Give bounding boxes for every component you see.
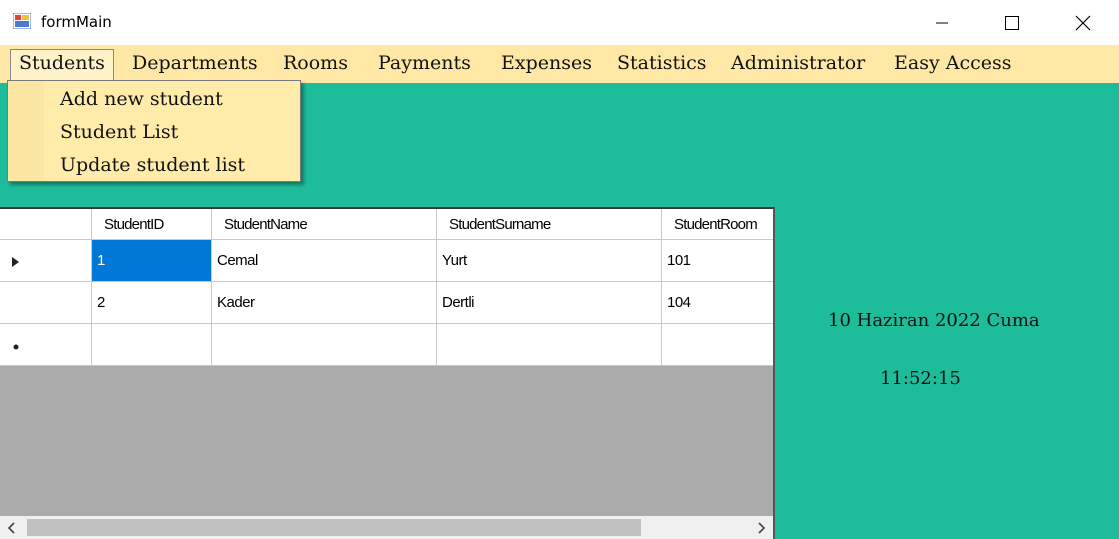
column-header-studentroom[interactable]: StudentRoom bbox=[662, 209, 773, 240]
row-header[interactable] bbox=[0, 240, 92, 282]
row-header[interactable] bbox=[0, 324, 92, 366]
menu-payments[interactable]: Payments bbox=[370, 50, 479, 78]
students-dropdown-menu: Add new student Student List Update stud… bbox=[7, 80, 301, 182]
menu-statistics[interactable]: Statistics bbox=[609, 50, 715, 78]
new-row-asterisk-icon bbox=[13, 344, 19, 350]
close-button[interactable] bbox=[1048, 0, 1118, 45]
table-cell[interactable]: Cemal bbox=[212, 240, 437, 282]
table-cell[interactable]: Kader bbox=[212, 282, 437, 324]
menu-rooms[interactable]: Rooms bbox=[275, 50, 356, 78]
title-bar: formMain bbox=[0, 0, 1119, 45]
table-cell[interactable]: 2 bbox=[92, 282, 212, 324]
current-row-arrow-icon bbox=[12, 257, 19, 267]
app-icon bbox=[12, 12, 32, 30]
menu-expenses[interactable]: Expenses bbox=[493, 50, 600, 78]
minimize-button[interactable] bbox=[907, 0, 977, 45]
table-cell[interactable]: Dertli bbox=[437, 282, 662, 324]
menu-item-update-student-list[interactable]: Update student list bbox=[60, 150, 245, 180]
maximize-icon bbox=[1005, 15, 1019, 30]
table-cell[interactable]: Yurt bbox=[437, 240, 662, 282]
column-header-studentid[interactable]: StudentID bbox=[92, 209, 212, 240]
new-row-cell[interactable] bbox=[92, 324, 212, 366]
column-header-studentsurname[interactable]: StudentSurname bbox=[437, 209, 662, 240]
scroll-right-icon[interactable] bbox=[755, 522, 767, 534]
new-row-cell[interactable] bbox=[212, 324, 437, 366]
horizontal-scrollbar[interactable] bbox=[0, 516, 773, 539]
window-title: formMain bbox=[41, 13, 112, 31]
grid-header: StudentID StudentName StudentSurname Stu… bbox=[0, 209, 773, 240]
menu-gutter bbox=[8, 81, 44, 181]
new-row-cell[interactable] bbox=[437, 324, 662, 366]
close-icon bbox=[1075, 15, 1091, 30]
scrollbar-thumb[interactable] bbox=[27, 519, 641, 536]
scroll-left-icon[interactable] bbox=[6, 522, 18, 534]
grid-corner bbox=[0, 209, 92, 240]
time-label: 11:52:15 bbox=[880, 368, 961, 389]
row-header[interactable] bbox=[0, 282, 92, 324]
menu-students[interactable]: Students bbox=[10, 49, 114, 83]
column-header-studentname[interactable]: StudentName bbox=[212, 209, 437, 240]
table-cell[interactable]: 101 bbox=[662, 240, 773, 282]
students-grid[interactable]: StudentID StudentName StudentSurname Stu… bbox=[0, 207, 775, 539]
minimize-icon bbox=[936, 22, 948, 23]
menu-item-student-list[interactable]: Student List bbox=[60, 117, 178, 147]
date-label: 10 Haziran 2022 Cuma bbox=[828, 310, 1040, 331]
menu-bar: Students Departments Rooms Payments Expe… bbox=[0, 45, 1119, 83]
menu-departments[interactable]: Departments bbox=[124, 50, 266, 78]
table-cell[interactable]: 1 bbox=[92, 240, 212, 282]
menu-easy-access[interactable]: Easy Access bbox=[886, 50, 1019, 78]
maximize-button[interactable] bbox=[977, 0, 1047, 45]
table-cell[interactable]: 104 bbox=[662, 282, 773, 324]
menu-item-add-new-student[interactable]: Add new student bbox=[60, 84, 223, 114]
menu-administrator[interactable]: Administrator bbox=[723, 50, 873, 78]
new-row-cell[interactable] bbox=[662, 324, 773, 366]
